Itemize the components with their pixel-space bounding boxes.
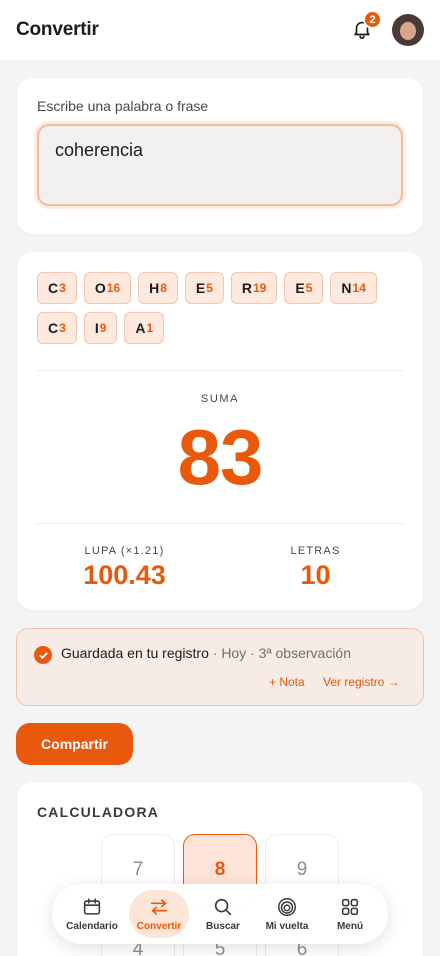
letter-tile: I9 [83, 312, 118, 344]
nav-convertir[interactable]: Convertir [127, 884, 191, 944]
spiral-icon [278, 898, 296, 916]
letters-count-label: LETRAS [290, 545, 341, 557]
saved-banner: Guardada en tu registro · Hoy · 3ª obser… [16, 628, 424, 706]
page-title: Convertir [16, 19, 99, 40]
nav-buscar[interactable]: Buscar [191, 884, 255, 944]
swap-icon [150, 899, 168, 915]
share-button[interactable]: Compartir [16, 723, 133, 765]
saved-status: Guardada en tu registro [61, 645, 209, 661]
nav-calendario[interactable]: Calendario [60, 884, 124, 944]
bottom-nav: Calendario Convertir Buscar Mi vuelta Me… [52, 884, 388, 944]
search-icon [214, 898, 232, 916]
letters-count-value: 10 [300, 560, 331, 590]
tile-letter: I [94, 320, 99, 336]
notification-badge: 2 [363, 10, 382, 29]
tile-letter: R [241, 280, 253, 296]
letter-tile: E5 [284, 272, 324, 304]
tile-value: 9 [99, 321, 107, 335]
nav-label: Buscar [206, 921, 240, 932]
calculator-title: CALCULADORA [37, 804, 160, 820]
input-card: Escribe una palabra o frase coherencia [17, 78, 423, 234]
nav-mi-vuelta[interactable]: Mi vuelta [255, 884, 319, 944]
tile-value: 5 [206, 281, 213, 295]
lupa-label: LUPA (×1.21) [84, 545, 165, 557]
check-icon [34, 646, 52, 664]
phrase-input[interactable]: coherencia [37, 124, 403, 206]
result-card: C3 O 16 H8 E5 R 19 E5 N 14 C3 I9 A1 SUMA 83… [17, 252, 423, 610]
calendar-icon [83, 898, 101, 915]
sum-value: 83 [177, 413, 264, 501]
letter-tiles: C3 O 16 H8 E5 R 19 E5 N 14 C3 I9 A1 [37, 272, 403, 344]
tile-letter: H [149, 280, 160, 296]
saved-message: Guardada en tu registro · Hoy · 3ª obser… [61, 645, 351, 661]
tile-value: 14 [352, 281, 366, 295]
grid-icon [341, 898, 359, 916]
letter-tile: H8 [138, 272, 178, 304]
tile-value: 3 [59, 281, 66, 295]
tile-value: 16 [106, 281, 121, 295]
tile-value: 8 [160, 281, 167, 295]
nav-label: Convertir [136, 921, 182, 932]
top-bar: Convertir [0, 0, 440, 60]
divider [37, 370, 403, 371]
letter-tile: A1 [124, 312, 165, 344]
sum-label: SUMA [200, 393, 240, 405]
divider [37, 523, 403, 524]
tile-value: 5 [305, 281, 313, 295]
tile-letter: E [295, 280, 305, 296]
input-label: Escribe una palabra o frase [37, 98, 209, 114]
tile-letter: C [48, 280, 59, 296]
tile-value: 3 [59, 321, 66, 335]
letter-tile: N 14 [330, 272, 377, 304]
saved-meta: · Hoy · 3ª observación [208, 645, 352, 661]
tile-value: 1 [146, 321, 154, 335]
letter-tile: E5 [184, 272, 224, 304]
lupa-value: 100.43 [83, 560, 166, 590]
nav-label: Menú [336, 921, 364, 932]
tile-letter: C [48, 320, 59, 336]
nav-label: Mi vuelta [265, 921, 309, 932]
view-log-link[interactable]: Ver registro → [323, 675, 400, 689]
tile-letter: N [341, 280, 352, 296]
nav-label: Calendario [66, 921, 118, 932]
add-note-link[interactable]: + Nota [269, 675, 305, 689]
avatar[interactable] [392, 14, 424, 46]
letter-tile: C3 [37, 312, 77, 344]
tile-letter: E [195, 280, 206, 296]
letter-tile: C3 [37, 272, 77, 304]
letter-tile: R 19 [230, 272, 278, 304]
tile-letter: O [94, 280, 106, 296]
nav-menu[interactable]: Menú [318, 884, 382, 944]
letter-tile: O 16 [83, 272, 132, 304]
tile-value: 19 [253, 281, 267, 295]
tile-letter: A [135, 320, 146, 336]
